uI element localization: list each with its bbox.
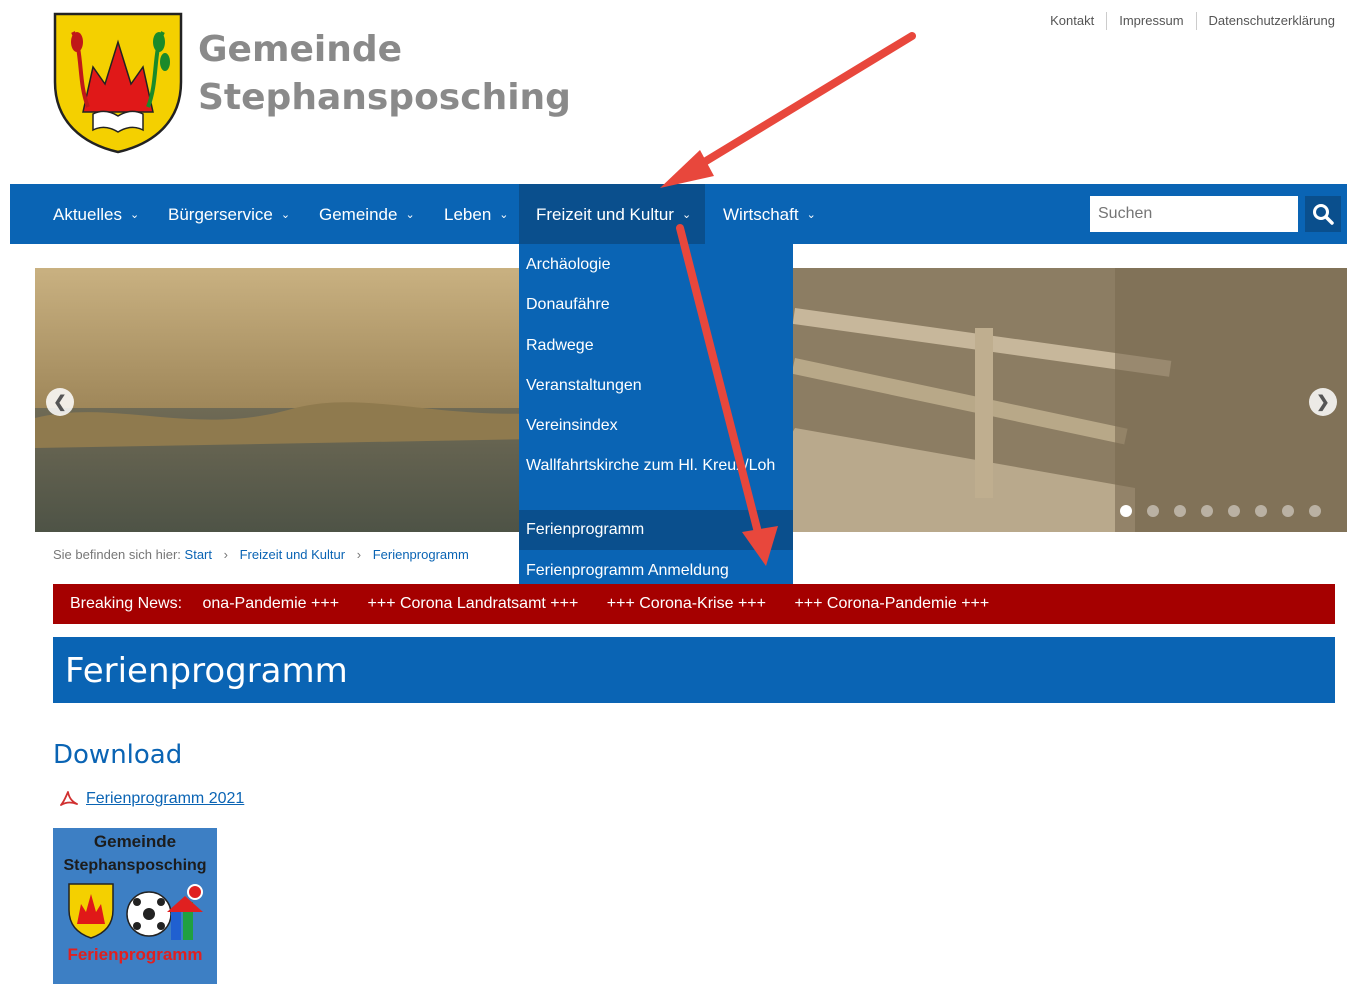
chevron-left-icon: ❮	[53, 394, 67, 411]
logo-card-line2: Stephansposching	[63, 857, 207, 874]
pdf-icon	[60, 791, 78, 806]
download-heading: Download	[53, 740, 183, 770]
breadcrumb: Sie befinden sich hier: Start › Freizeit…	[53, 547, 469, 562]
nav-item-gemeinde[interactable]: Gemeinde ⌄	[319, 184, 415, 244]
slider-dot[interactable]	[1147, 505, 1159, 517]
dropdown-item-wallfahrtskirche[interactable]: Wallfahrtskirche zum Hl. Kreuz/Loh	[526, 454, 781, 478]
breadcrumb-item-ferienprogramm[interactable]: Ferienprogramm	[373, 547, 469, 562]
logo-card-graphic	[68, 883, 203, 940]
dropdown-item-radwege[interactable]: Radwege	[526, 334, 781, 358]
toplink-impressum[interactable]: Impressum	[1106, 12, 1195, 30]
chevron-right-icon: ›	[223, 547, 228, 562]
news-item[interactable]: +++ Corona Landratsamt +++	[368, 595, 579, 612]
logo-card-text: Gemeinde Stephansposching	[53, 830, 217, 878]
dropdown-item-vereinsindex[interactable]: Vereinsindex	[526, 414, 781, 438]
search-button[interactable]	[1305, 196, 1341, 232]
nav-item-leben[interactable]: Leben ⌄	[444, 184, 509, 244]
search-icon	[1313, 204, 1334, 225]
dropdown-freizeit-und-kultur: Archäologie Donaufähre Radwege Veranstal…	[519, 244, 793, 590]
ferienprogramm-logo-image[interactable]: Gemeinde Stephansposching Ferienprogramm	[53, 828, 217, 984]
nav-item-aktuelles[interactable]: Aktuelles ⌄	[53, 184, 139, 244]
chevron-right-icon: ›	[356, 547, 362, 562]
slider-dot[interactable]	[1255, 505, 1267, 517]
dropdown-item-donaufaehre[interactable]: Donaufähre	[526, 293, 781, 317]
chevron-down-icon: ⌄	[499, 209, 509, 221]
news-item[interactable]: ona-Pandemie +++	[203, 595, 340, 612]
logo-card-line1: Gemeinde	[93, 832, 177, 851]
main-navigation: Aktuelles ⌄ Bürgerservice ⌄ Gemeinde ⌄ Lebe…	[10, 184, 1347, 244]
slider-dot[interactable]	[1201, 505, 1213, 517]
dropdown-item-ferienprogramm[interactable]: Ferienprogramm	[519, 510, 793, 550]
top-links: Kontakt Impressum Datenschutzerklärung	[1038, 12, 1335, 30]
dropdown-item-archaeologie[interactable]: Archäologie	[526, 253, 781, 277]
slider-prev-button[interactable]: ❮	[46, 388, 74, 416]
search-input[interactable]	[1090, 196, 1298, 232]
nav-label: Aktuelles	[53, 205, 122, 224]
toplink-kontakt[interactable]: Kontakt	[1038, 12, 1106, 30]
nav-label: Gemeinde	[319, 205, 398, 224]
site-title[interactable]: Gemeinde Stephansposching	[198, 26, 571, 122]
slider-dot[interactable]	[1309, 505, 1321, 517]
chevron-right-icon: ❯	[1316, 394, 1330, 411]
breadcrumb-item-freizeit[interactable]: Freizeit und Kultur	[240, 547, 346, 562]
site-title-line1: Gemeinde	[198, 29, 403, 70]
nav-label: Freizeit und Kultur	[536, 205, 674, 224]
toplink-datenschutz[interactable]: Datenschutzerklärung	[1195, 12, 1335, 30]
breaking-news-ticker: Breaking News: ona-Pandemie +++ +++ Coro…	[53, 584, 1335, 624]
logo-card-line3: Ferienprogramm	[67, 945, 203, 964]
chevron-down-icon: ⌄	[280, 209, 291, 221]
pdf-download-row: Ferienprogramm 2021	[60, 790, 244, 808]
arrow-icon	[660, 32, 916, 188]
slider-dot[interactable]	[1120, 505, 1132, 517]
breadcrumb-prefix: Sie befinden sich hier:	[53, 547, 181, 562]
slider-next-button[interactable]: ❯	[1309, 388, 1337, 416]
dropdown-item-ferienprogramm-anmeldung[interactable]: Ferienprogramm Anmeldung	[526, 559, 781, 583]
nav-label: Wirtschaft	[723, 205, 799, 224]
chevron-down-icon: ⌄	[405, 209, 415, 221]
breadcrumb-item-start[interactable]: Start	[185, 547, 212, 562]
site-title-line2: Stephansposching	[198, 77, 571, 118]
slider-dot[interactable]	[1282, 505, 1294, 517]
nav-item-buergerservice[interactable]: Bürgerservice ⌄	[168, 184, 290, 244]
nav-label: Leben	[444, 205, 492, 224]
nav-item-freizeit-und-kultur[interactable]: Freizeit und Kultur ⌄	[519, 184, 705, 244]
nav-item-wirtschaft[interactable]: Wirtschaft ⌄	[723, 184, 816, 244]
slider-dots	[1120, 505, 1321, 517]
news-item[interactable]: +++ Corona-Krise +++	[607, 595, 766, 612]
page-title: Ferienprogramm	[53, 637, 1335, 703]
chevron-down-icon: ⌄	[129, 209, 140, 221]
nav-label: Bürgerservice	[168, 205, 273, 224]
news-item[interactable]: +++ Corona-Pandemie +++	[794, 595, 989, 612]
chevron-down-icon: ⌄	[681, 209, 692, 221]
breaking-news-label: Breaking News:	[70, 595, 183, 612]
dropdown-item-veranstaltungen[interactable]: Veranstaltungen	[526, 374, 781, 398]
coat-of-arms-logo[interactable]	[53, 12, 183, 154]
pdf-link-ferienprogramm-2021[interactable]: Ferienprogramm 2021	[86, 790, 244, 808]
chevron-down-icon: ⌄	[806, 209, 816, 221]
slider-dot[interactable]	[1174, 505, 1186, 517]
slider-dot[interactable]	[1228, 505, 1240, 517]
